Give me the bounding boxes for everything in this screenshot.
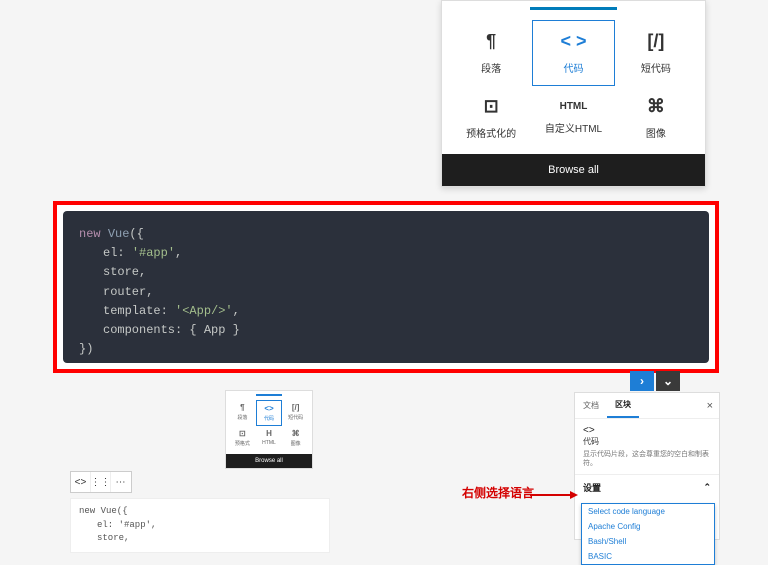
- mini-code-line: new Vue({: [79, 505, 321, 519]
- code-punc: ({: [129, 227, 143, 241]
- picker-item-image[interactable]: ⌘ 图像: [615, 86, 697, 150]
- block-picker-panel: ¶ 段落 < > 代码 [/] 短代码 ⊡ 预格式化的 HTML 自定义HTML…: [441, 0, 706, 187]
- highlighted-code-frame: new Vue({ el: '#app', store, router, tem…: [53, 201, 719, 373]
- block-move-handle[interactable]: ⋮⋮: [91, 472, 111, 492]
- preformatted-icon: ⊡: [239, 429, 246, 438]
- mini-label: 图像: [291, 440, 301, 447]
- mini-code-line: store,: [79, 532, 321, 546]
- picker-label: 段落: [481, 60, 501, 75]
- picker-label: 代码: [563, 60, 583, 75]
- sidebar-tabs: 文档 区块 ×: [575, 393, 719, 419]
- picker-item-shortcode[interactable]: [/] 短代码: [615, 20, 697, 86]
- picker-item-code[interactable]: < > 代码: [532, 20, 614, 86]
- mini-item-image[interactable]: ⌘ 图像: [282, 426, 309, 450]
- code-string: '<App/>': [175, 304, 233, 318]
- toolbar-action-button[interactable]: ›: [630, 371, 654, 391]
- settings-section-header[interactable]: 设置 ⌃: [575, 475, 719, 500]
- block-info-section: <> 代码 显示代码片段，这会尊重您的空白和制表符。: [575, 419, 719, 475]
- floating-toolbar: › ⌄: [630, 371, 680, 391]
- mini-code-line: el: '#app',: [79, 519, 321, 533]
- language-dropdown: Select code language Apache Config Bash/…: [581, 503, 715, 565]
- mini-item-shortcode[interactable]: [/] 短代码: [282, 400, 309, 426]
- image-icon: ⌘: [292, 429, 300, 438]
- picker-label: 短代码: [641, 60, 671, 75]
- language-option[interactable]: Apache Config: [582, 519, 714, 534]
- toolbar-action-dark-button[interactable]: ⌄: [656, 371, 680, 391]
- code-punc: }): [79, 342, 93, 356]
- block-description: 显示代码片段，这会尊重您的空白和制表符。: [583, 450, 711, 468]
- image-icon: ⌘: [647, 96, 665, 117]
- block-toolbar: <> ⋮⋮ ⋯: [70, 471, 132, 493]
- chevron-up-icon: ⌃: [703, 482, 711, 493]
- mini-item-pre[interactable]: ⊡ 预格式: [229, 426, 256, 450]
- shortcode-icon: [/]: [292, 403, 300, 412]
- picker-label: 自定义HTML: [545, 120, 602, 135]
- mini-label: 代码: [264, 415, 274, 422]
- mini-label: 段落: [237, 414, 247, 421]
- language-option[interactable]: Bash/Shell: [582, 534, 714, 549]
- picker-label: 图像: [646, 125, 666, 140]
- mini-label: HTML: [262, 440, 276, 446]
- code-block[interactable]: new Vue({ el: '#app', store, router, tem…: [63, 211, 709, 363]
- mini-browse-all[interactable]: Browse all: [226, 454, 312, 468]
- tab-document[interactable]: 文档: [575, 394, 607, 417]
- picker-item-paragraph[interactable]: ¶ 段落: [450, 20, 532, 86]
- block-type-button[interactable]: <>: [71, 472, 91, 492]
- picker-grid: ¶ 段落 < > 代码 [/] 短代码 ⊡ 预格式化的 HTML 自定义HTML…: [442, 10, 705, 154]
- tab-block[interactable]: 区块: [607, 393, 639, 418]
- mini-item-html[interactable]: H HTML: [256, 426, 283, 450]
- code-icon: <>: [264, 404, 273, 413]
- block-more-button[interactable]: ⋯: [111, 472, 131, 492]
- code-keyword: new: [79, 227, 101, 241]
- code-prop: router,: [103, 285, 153, 299]
- preformatted-icon: ⊡: [484, 96, 499, 117]
- language-option[interactable]: BASIC: [582, 549, 714, 564]
- close-sidebar-button[interactable]: ×: [701, 400, 719, 412]
- code-value: { App }: [189, 323, 239, 337]
- code-prop: store,: [103, 265, 146, 279]
- html-icon: H: [266, 429, 272, 438]
- mini-label: 短代码: [288, 414, 303, 421]
- settings-title: 设置: [583, 481, 601, 494]
- code-prop: el:: [103, 246, 125, 260]
- block-title: 代码: [583, 436, 711, 447]
- picker-item-html[interactable]: HTML 自定义HTML: [532, 86, 614, 150]
- code-prop: template:: [103, 304, 168, 318]
- mini-code-block[interactable]: new Vue({ el: '#app', store,: [70, 498, 330, 553]
- picker-item-preformatted[interactable]: ⊡ 预格式化的: [450, 86, 532, 150]
- language-option[interactable]: Select code language: [582, 504, 714, 519]
- code-icon: <>: [583, 425, 595, 436]
- picker-label: 预格式化的: [466, 125, 516, 140]
- paragraph-icon: ¶: [486, 31, 496, 52]
- mini-item-code[interactable]: <> 代码: [256, 400, 283, 426]
- annotation-text: 右侧选择语言: [462, 484, 534, 501]
- code-class: Vue: [108, 227, 130, 241]
- paragraph-icon: ¶: [240, 403, 244, 412]
- code-prop: components:: [103, 323, 182, 337]
- mini-block-picker: ¶ 段落 <> 代码 [/] 短代码 ⊡ 预格式 H HTML ⌘ 图像 Browse al…: [225, 390, 313, 469]
- mini-item-paragraph[interactable]: ¶ 段落: [229, 400, 256, 426]
- html-icon: HTML: [560, 101, 588, 112]
- mini-label: 预格式: [235, 440, 250, 447]
- code-string: '#app': [132, 246, 175, 260]
- shortcode-icon: [/]: [647, 31, 664, 52]
- annotation-arrow-icon: [530, 489, 578, 499]
- browse-all-button[interactable]: Browse all: [442, 154, 705, 186]
- code-icon: < >: [560, 31, 586, 52]
